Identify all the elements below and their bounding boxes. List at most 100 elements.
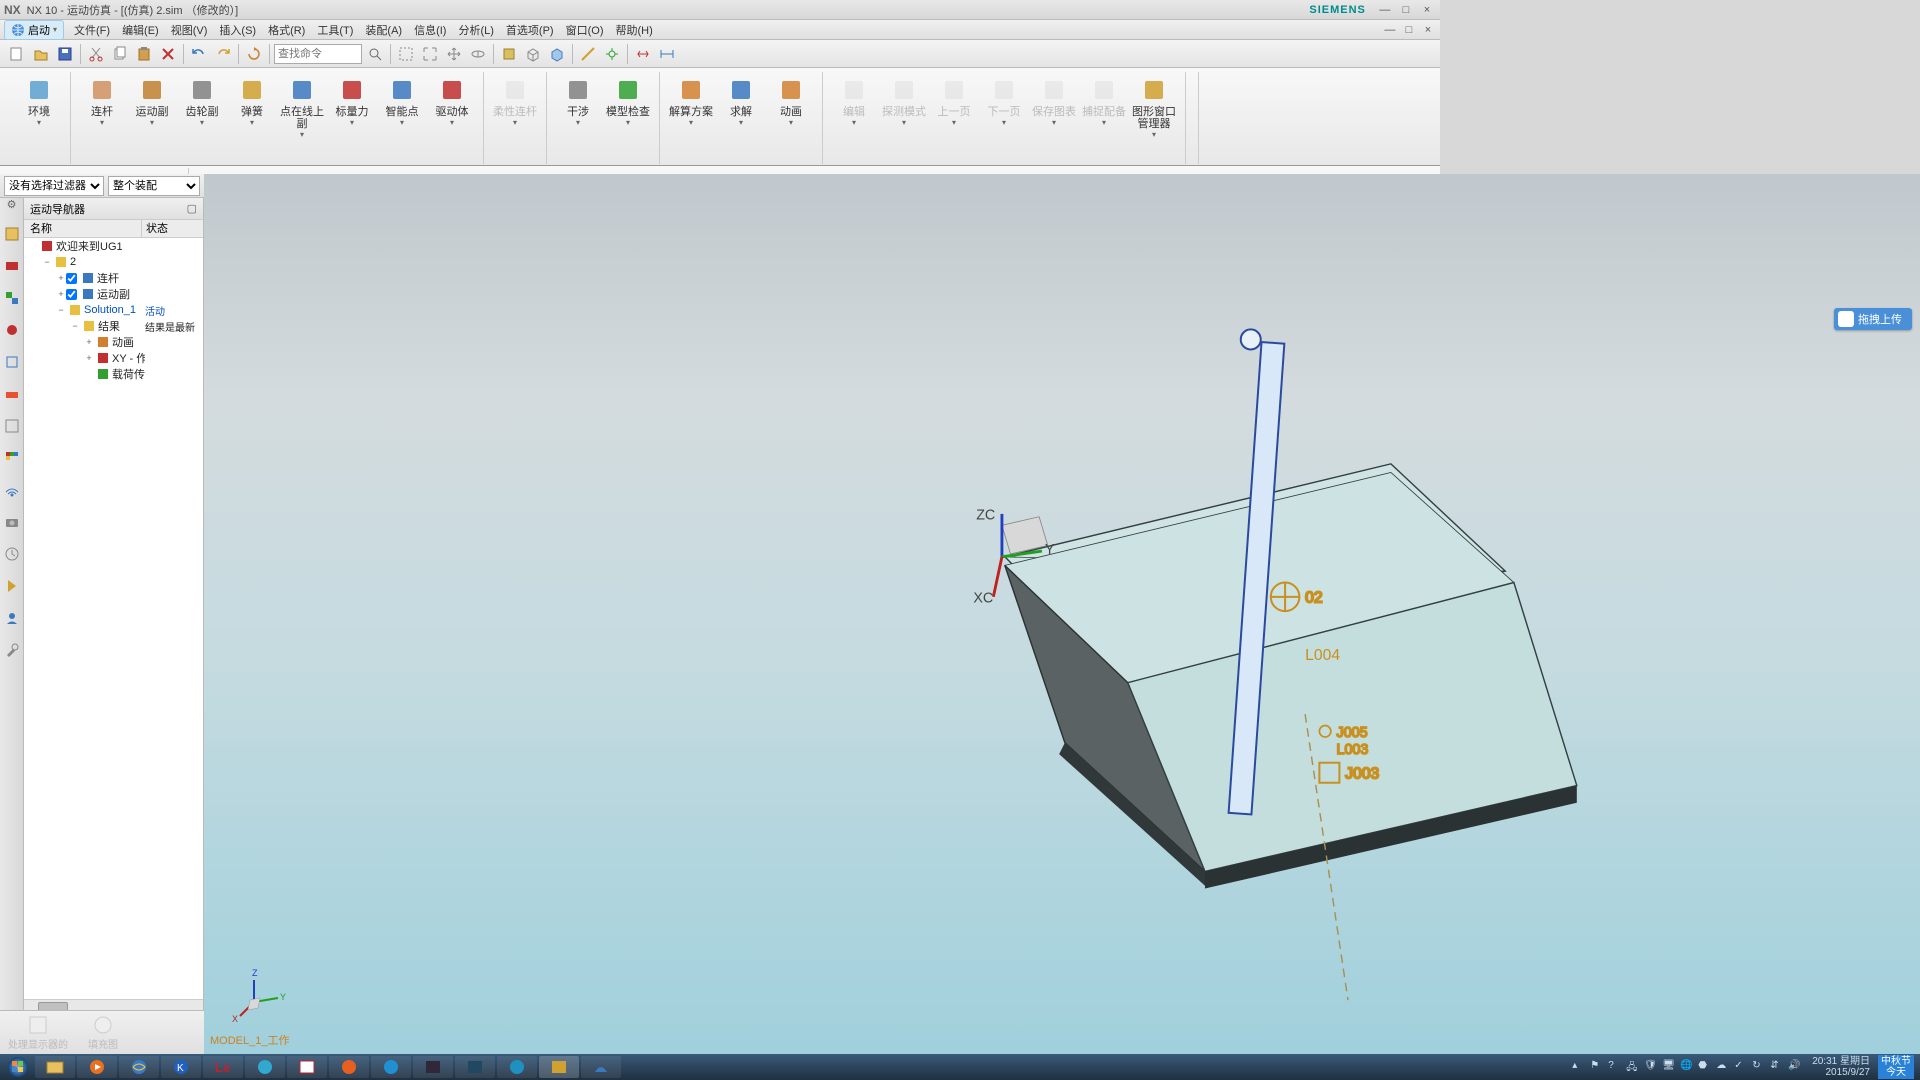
tray-net-icon[interactable]: 🖧 bbox=[1626, 1060, 1640, 1074]
3d-viewport[interactable]: 02 L004 J005 L003 J003 ZC Y XC bbox=[204, 174, 1920, 1054]
tray-sync-icon[interactable]: ↻ bbox=[1752, 1060, 1766, 1074]
roles-icon[interactable] bbox=[3, 609, 21, 627]
doc-maximize-button[interactable]: □ bbox=[1401, 24, 1417, 36]
menu-insert[interactable]: 插入(S) bbox=[213, 20, 262, 40]
start-button[interactable]: 启动 ▾ bbox=[4, 20, 64, 40]
maximize-button[interactable]: □ bbox=[1397, 4, 1415, 16]
menu-prefs[interactable]: 首选项(P) bbox=[500, 20, 560, 40]
menu-analysis[interactable]: 分析(L) bbox=[452, 20, 499, 40]
tree-row[interactable]: +连杆 bbox=[24, 270, 203, 286]
ribbon-模型检查[interactable]: 模型检查▾ bbox=[603, 74, 653, 129]
taskbar-holiday[interactable]: 中秋节 今天 bbox=[1878, 1055, 1914, 1079]
menu-file[interactable]: 文件(F) bbox=[68, 20, 116, 40]
color-icon[interactable] bbox=[3, 449, 21, 467]
tool-icon[interactable] bbox=[3, 641, 21, 659]
tree-row[interactable]: −结果结果是最新 bbox=[24, 318, 203, 334]
task-app1[interactable] bbox=[413, 1056, 453, 1078]
task-app3[interactable] bbox=[497, 1056, 537, 1078]
ribbon-标量力[interactable]: 标量力▾ bbox=[327, 74, 377, 129]
task-app4[interactable] bbox=[581, 1056, 621, 1078]
menu-format[interactable]: 格式(R) bbox=[262, 20, 311, 40]
tray-av-icon[interactable]: 🛡 bbox=[1644, 1060, 1658, 1074]
ribbon-求解[interactable]: 求解▾ bbox=[716, 74, 766, 129]
tray-up-icon[interactable]: ▴ bbox=[1572, 1060, 1586, 1074]
expand-icon[interactable]: − bbox=[42, 257, 52, 267]
task-kugou[interactable]: K bbox=[161, 1056, 201, 1078]
view-zoom-button[interactable] bbox=[419, 43, 441, 65]
minimize-button[interactable]: — bbox=[1376, 4, 1394, 16]
ribbon-运动副[interactable]: 运动副▾ bbox=[127, 74, 177, 129]
measure-button[interactable] bbox=[577, 43, 599, 65]
wifi-icon[interactable] bbox=[3, 481, 21, 499]
part-nav-icon[interactable] bbox=[3, 257, 21, 275]
task-360[interactable] bbox=[245, 1056, 285, 1078]
constraint-button[interactable] bbox=[632, 43, 654, 65]
pin-icon[interactable]: ▢ bbox=[187, 202, 197, 215]
tray-vol-icon[interactable]: 🔊 bbox=[1788, 1060, 1802, 1074]
ribbon-连杆[interactable]: 连杆▾ bbox=[77, 74, 127, 129]
task-chat[interactable] bbox=[371, 1056, 411, 1078]
process-icon[interactable] bbox=[3, 577, 21, 595]
tray-check-icon[interactable]: ✓ bbox=[1734, 1060, 1748, 1074]
menu-tools[interactable]: 工具(T) bbox=[311, 20, 359, 40]
browser-icon[interactable] bbox=[3, 417, 21, 435]
col-name[interactable]: 名称 bbox=[24, 220, 142, 237]
undo-button[interactable] bbox=[188, 43, 210, 65]
rotate-button[interactable] bbox=[467, 43, 489, 65]
task-app2[interactable] bbox=[455, 1056, 495, 1078]
menu-edit[interactable]: 编辑(E) bbox=[116, 20, 165, 40]
search-button[interactable] bbox=[364, 43, 386, 65]
snap-button[interactable] bbox=[601, 43, 623, 65]
wireframe-button[interactable] bbox=[522, 43, 544, 65]
close-button[interactable]: × bbox=[1418, 4, 1436, 16]
doc-close-button[interactable]: × bbox=[1420, 24, 1436, 36]
nav-tree[interactable]: 欢迎来到UG1−2+连杆+运动副−Solution_1活动−结果结果是最新+动画… bbox=[24, 238, 203, 999]
pan-button[interactable] bbox=[443, 43, 465, 65]
expand-icon[interactable]: + bbox=[84, 353, 94, 363]
tree-row[interactable]: 载荷传递 bbox=[24, 366, 203, 382]
ribbon-驱动体[interactable]: 驱动体▾ bbox=[427, 74, 477, 129]
ribbon-智能点[interactable]: 智能点▾ bbox=[377, 74, 427, 129]
expand-icon[interactable]: + bbox=[84, 337, 94, 347]
paste-button[interactable] bbox=[133, 43, 155, 65]
expand-icon[interactable]: − bbox=[56, 305, 66, 315]
view-fit-button[interactable] bbox=[395, 43, 417, 65]
task-media[interactable] bbox=[77, 1056, 117, 1078]
task-firefox[interactable] bbox=[329, 1056, 369, 1078]
refresh-button[interactable] bbox=[243, 43, 265, 65]
tree-row[interactable]: +XY - 作图 bbox=[24, 350, 203, 366]
render-style-button[interactable] bbox=[498, 43, 520, 65]
delete-button[interactable] bbox=[157, 43, 179, 65]
hd3d-icon[interactable] bbox=[3, 385, 21, 403]
start-orb[interactable] bbox=[2, 1055, 34, 1079]
ribbon-环境[interactable]: 环境▾ bbox=[14, 74, 64, 129]
menu-view[interactable]: 视图(V) bbox=[165, 20, 214, 40]
tree-row[interactable]: +运动副 bbox=[24, 286, 203, 302]
menu-window[interactable]: 窗口(O) bbox=[560, 20, 610, 40]
tree-row[interactable]: 欢迎来到UG1 bbox=[24, 238, 203, 254]
command-search-input[interactable] bbox=[274, 44, 362, 64]
dimension-button[interactable] bbox=[656, 43, 678, 65]
menu-info[interactable]: 信息(I) bbox=[408, 20, 452, 40]
tree-row[interactable]: −2 bbox=[24, 254, 203, 270]
new-button[interactable] bbox=[6, 43, 28, 65]
nav-icon[interactable] bbox=[3, 225, 21, 243]
open-button[interactable] bbox=[30, 43, 52, 65]
expand-icon[interactable]: + bbox=[56, 289, 66, 299]
cut-button[interactable] bbox=[85, 43, 107, 65]
copy-button[interactable] bbox=[109, 43, 131, 65]
filter-select-2[interactable]: 整个装配 bbox=[108, 176, 200, 196]
ribbon-齿轮副[interactable]: 齿轮副▾ bbox=[177, 74, 227, 129]
expand-icon[interactable]: + bbox=[56, 273, 66, 283]
camera-icon[interactable] bbox=[3, 513, 21, 531]
tray-monitor-icon[interactable]: 🖥 bbox=[1662, 1060, 1676, 1074]
doc-minimize-button[interactable]: — bbox=[1382, 24, 1398, 36]
shaded-button[interactable] bbox=[546, 43, 568, 65]
col-status[interactable]: 状态 bbox=[142, 220, 203, 237]
tree-checkbox[interactable] bbox=[66, 273, 77, 284]
menu-help[interactable]: 帮助(H) bbox=[609, 20, 658, 40]
tray-cloud-icon[interactable]: ☁ bbox=[1716, 1060, 1730, 1074]
assembly-nav-icon[interactable] bbox=[3, 289, 21, 307]
ribbon-解算方案[interactable]: 解算方案▾ bbox=[666, 74, 716, 129]
upload-badge[interactable]: 拖拽上传 bbox=[1834, 308, 1912, 330]
